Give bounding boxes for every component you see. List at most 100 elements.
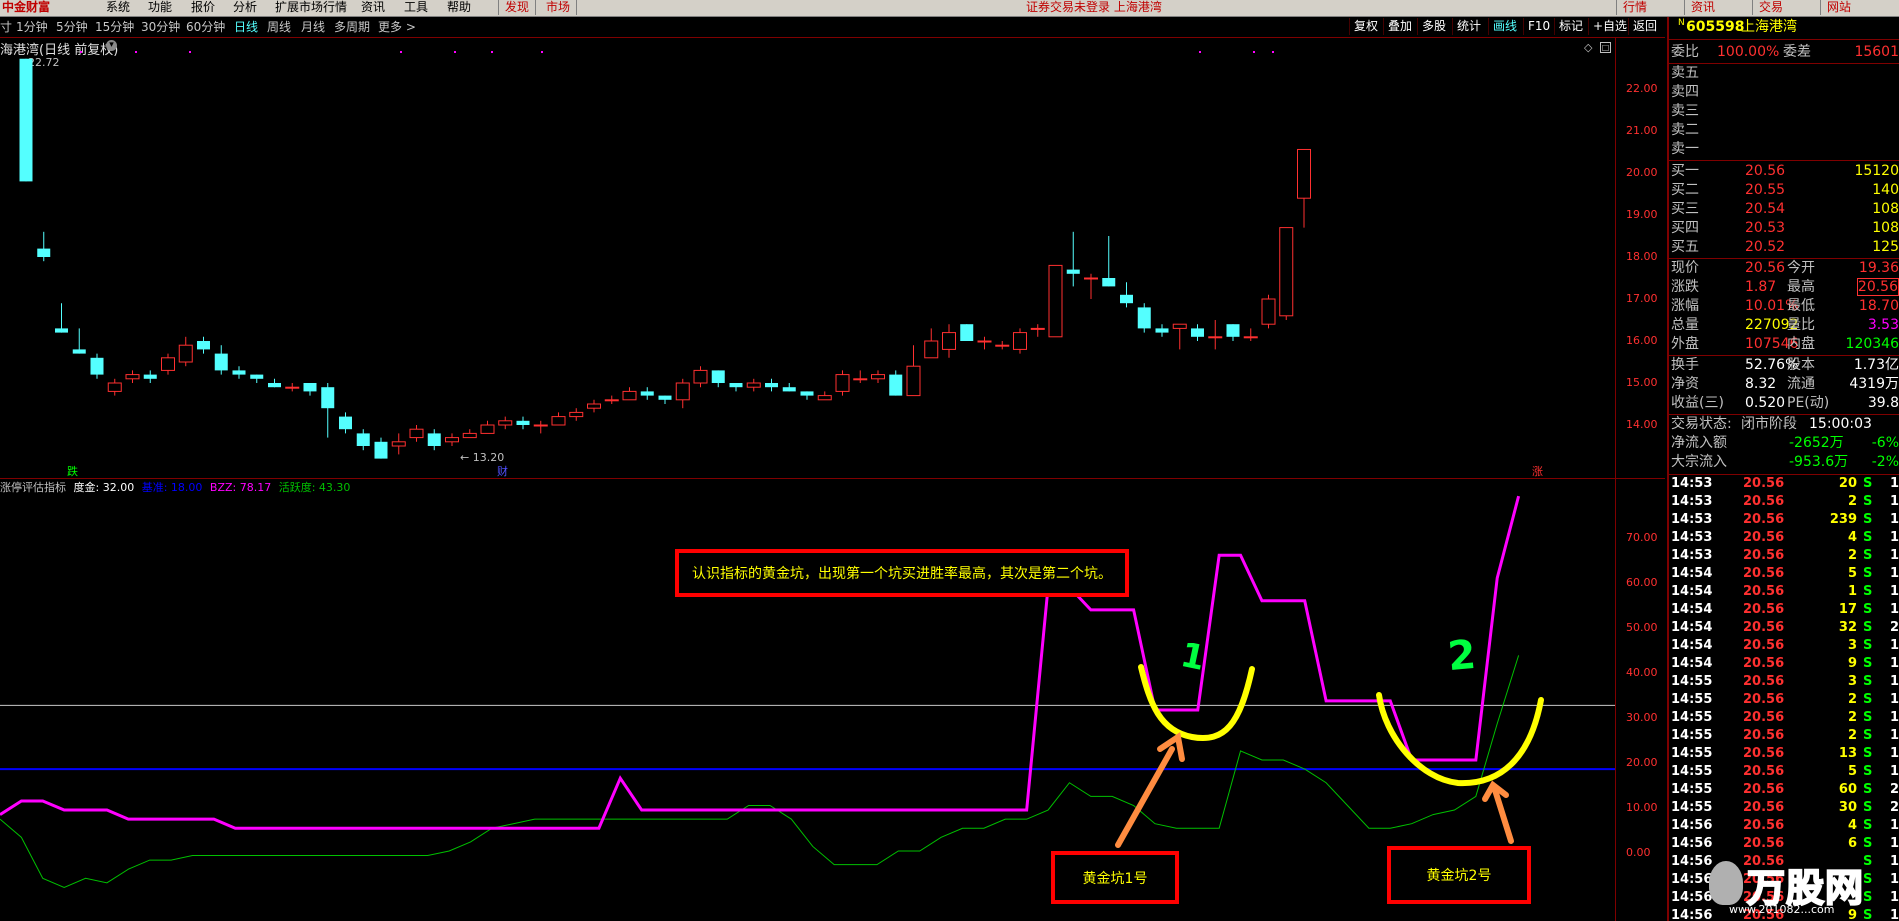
btn-mark[interactable]: 标记 — [1554, 18, 1587, 35]
candle-body-46 — [835, 374, 850, 392]
candle-body-5 — [107, 382, 122, 392]
quote-panel: N 605598 上海港湾 委比 100.00% 委差 15601 卖五 卖四 … — [1667, 17, 1899, 921]
tick-side: S — [1863, 674, 1873, 689]
stat-row-eps: 收益(三) 0.520 PE(动) 39.8 — [1671, 395, 1899, 411]
tick-row: 14:55 20.56 3 S 1 — [1669, 673, 1899, 691]
tick-count: 1 — [1889, 818, 1899, 833]
btn-back[interactable]: 返回 — [1628, 18, 1661, 35]
period-60min[interactable]: 60分钟 — [186, 19, 225, 35]
menu-item-function[interactable]: 功能 — [148, 0, 172, 15]
tick-time: 14:53 — [1671, 548, 1713, 563]
sell5-row: 卖五 — [1671, 65, 1699, 81]
tick-time: 14:55 — [1671, 692, 1713, 707]
menu-item-ext-market[interactable]: 扩展市场行情 — [275, 0, 347, 15]
period-15min[interactable]: 15分钟 — [95, 19, 134, 35]
tick-count: 1 — [1889, 836, 1899, 851]
menu-item-quote[interactable]: 报价 — [191, 0, 215, 15]
tick-price: 20.56 — [1743, 728, 1785, 743]
period-monthly[interactable]: 月线 — [301, 19, 325, 35]
period-1min[interactable]: 1分钟 — [16, 19, 48, 35]
indicator-panel[interactable]: 涨停评估指标 度金: 32.00 基准: 18.00 BZZ: 78.17 活跃… — [0, 479, 1665, 921]
tick-price: 20.56 — [1743, 674, 1785, 689]
period-5min[interactable]: 5分钟 — [56, 19, 88, 35]
tick-time: 14:55 — [1671, 674, 1713, 689]
event-dot-4 — [454, 51, 456, 53]
btn-f10[interactable]: F10 — [1523, 18, 1554, 35]
tick-time: 14:55 — [1671, 728, 1713, 743]
tick-count: 1 — [1889, 512, 1899, 527]
period-weekly[interactable]: 周线 — [267, 19, 291, 35]
candle-body-48 — [871, 374, 885, 380]
period-more[interactable]: 更多 > — [378, 19, 416, 35]
tick-count: 1 — [1889, 566, 1899, 581]
candle-body-24 — [445, 437, 459, 443]
tick-row: 14:53 20.56 4 S 1 — [1669, 529, 1899, 547]
tick-volume: 5 — [1847, 566, 1857, 581]
menu-item-tools[interactable]: 工具 — [404, 0, 428, 15]
period-daily[interactable]: 日线 — [234, 19, 258, 35]
candle-body-8 — [161, 357, 175, 371]
tick-row: 14:55 20.56 2 S 1 — [1669, 727, 1899, 745]
btn-multistock[interactable]: 多股 — [1417, 18, 1450, 35]
stat-row-change: 涨跌 1.87 最高 20.56 — [1671, 278, 1899, 296]
candle-body-30 — [551, 416, 566, 426]
candle-body-26 — [480, 424, 495, 434]
ind-tick-20: 20.00 — [1626, 756, 1658, 769]
right-tab-trade[interactable]: 交易 — [1752, 0, 1789, 15]
candle-body-6 — [125, 374, 140, 380]
buy1-row: 买一 20.56 15120 — [1671, 163, 1899, 179]
ind-tick-60: 60.00 — [1626, 576, 1658, 589]
tab-market[interactable]: 市场 — [540, 0, 578, 15]
candle-body-18 — [339, 416, 352, 430]
event-dot-9 — [1272, 51, 1274, 53]
candle-body-19 — [356, 433, 370, 446]
tick-time: 14:56 — [1671, 854, 1713, 869]
menu-item-analysis[interactable]: 分析 — [233, 0, 257, 15]
candle-body-32 — [587, 403, 601, 409]
buy4-row: 买四 20.53 108 — [1671, 220, 1899, 236]
btn-add-watch[interactable]: +自选 — [1588, 18, 1631, 35]
tick-list[interactable]: 14:53 20.56 20 S 1 14:53 20.56 2 S 1 14:53 20.56 239… — [1669, 475, 1899, 921]
pit1-label: 黄金坑1号 — [1082, 870, 1148, 887]
tick-time: 14:53 — [1671, 512, 1713, 527]
candle-body-51 — [924, 340, 939, 359]
kline-chart[interactable] — [0, 38, 1615, 478]
marker-finance: 财 — [497, 465, 508, 478]
btn-overlay[interactable]: 叠加 — [1383, 18, 1416, 35]
stat-row-nav: 净资 8.32 流通 4319万 — [1671, 376, 1899, 392]
event-dot-2 — [189, 51, 191, 53]
tab-discover[interactable]: 发现 — [498, 0, 537, 15]
menu-item-system[interactable]: 系统 — [106, 0, 130, 15]
right-tab-quote[interactable]: 行情 — [1616, 0, 1653, 15]
period-tick[interactable]: 寸 — [0, 19, 12, 35]
stat-row-volume: 总量 227092 量比 3.53 — [1671, 317, 1899, 333]
indicator-chart[interactable] — [0, 479, 1615, 921]
btn-stats[interactable]: 统计 — [1452, 18, 1485, 35]
tick-time: 14:54 — [1671, 656, 1713, 671]
stock-header[interactable]: N 605598 上海港湾 — [1669, 18, 1899, 37]
tick-side: S — [1863, 548, 1873, 563]
candle-body-58 — [1048, 264, 1063, 338]
tick-volume: 1 — [1847, 584, 1857, 599]
event-dot-3 — [400, 51, 402, 53]
tick-side: S — [1863, 566, 1873, 581]
menu-item-help[interactable]: 帮助 — [447, 0, 471, 15]
menu-item-news[interactable]: 资讯 — [361, 0, 385, 15]
btn-draw[interactable]: 画线 — [1488, 18, 1521, 35]
buy3-row: 买三 20.54 108 — [1671, 201, 1899, 217]
period-30min[interactable]: 30分钟 — [141, 19, 180, 35]
tick-row: 14:56 20.56 6 S 1 — [1669, 835, 1899, 853]
tick-time: 14:53 — [1671, 494, 1713, 509]
kline-panel[interactable]: 海港湾(日线 前复权) ▾ ◇ □ 22.72 ← 13.20 跌 财 涨 22… — [0, 38, 1665, 478]
right-tab-news[interactable]: 资讯 — [1684, 0, 1721, 15]
period-multi[interactable]: 多周期 — [334, 19, 370, 35]
n-icon: N — [1678, 18, 1685, 28]
tick-price: 20.56 — [1743, 800, 1785, 815]
candle-body-45 — [817, 395, 832, 401]
ind-tick-10: 10.00 — [1626, 801, 1658, 814]
tick-volume: 2 — [1847, 494, 1857, 509]
btn-fuquan[interactable]: 复权 — [1349, 18, 1382, 35]
price-tick-17: 17.00 — [1626, 292, 1658, 305]
right-tab-website[interactable]: 网站 — [1820, 0, 1857, 15]
price-tick-21: 21.00 — [1626, 124, 1658, 137]
